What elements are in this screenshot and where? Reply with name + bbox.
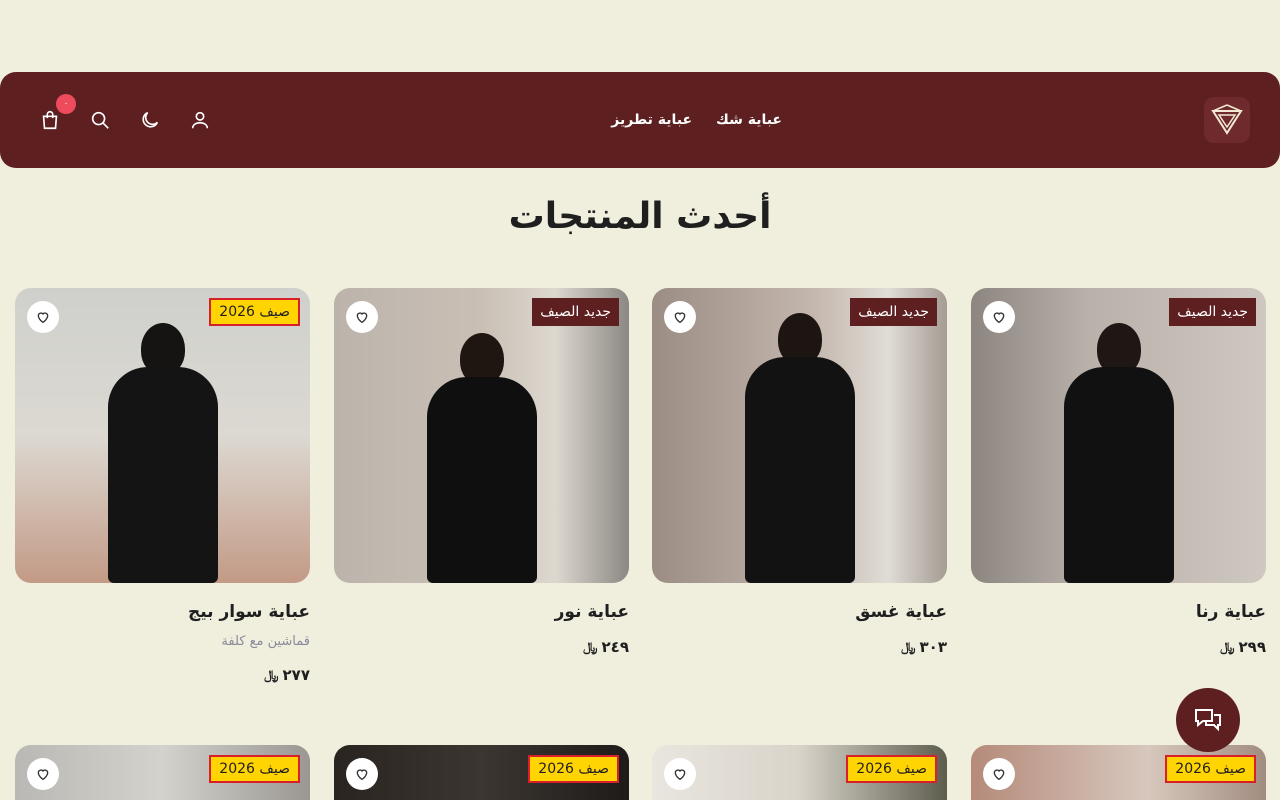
product-badge: جديد الصيف — [850, 298, 937, 326]
product-image[interactable]: جديد الصيف — [652, 288, 947, 583]
heart-icon — [674, 769, 686, 781]
wishlist-button[interactable] — [664, 301, 696, 333]
product-image[interactable]: صيف 2026 — [15, 745, 310, 800]
shopping-bag-icon — [42, 110, 58, 130]
cart-button[interactable]: ٠ — [38, 94, 76, 132]
price-value: ٣٠٣ — [919, 638, 947, 656]
heart-icon — [993, 769, 1005, 781]
price-value: ٢٤٩ — [601, 638, 629, 656]
wishlist-button[interactable] — [27, 758, 59, 790]
heart-icon — [356, 312, 368, 324]
product-price: ٢٩٩ ﷼ — [1220, 638, 1266, 656]
product-name[interactable]: عباية نور — [555, 602, 629, 622]
section-title: أحدث المنتجات — [508, 196, 772, 237]
product-badge: صيف 2026 — [528, 755, 619, 783]
product-badge: صيف 2026 — [1165, 755, 1256, 783]
product-image[interactable]: صيف 2026 — [971, 745, 1266, 800]
product-image[interactable]: صيف 2026 — [334, 745, 629, 800]
heart-icon — [37, 312, 49, 324]
nav-item-tatreez[interactable]: عباية تطريز — [611, 112, 692, 128]
main-nav: عباية شك عباية تطريز — [611, 72, 782, 168]
product-image[interactable]: صيف 2026 — [15, 288, 310, 583]
logo-icon — [1211, 104, 1243, 135]
product-image[interactable]: جديد الصيف — [971, 288, 1266, 583]
wishlist-button[interactable] — [983, 758, 1015, 790]
wishlist-button[interactable] — [983, 301, 1015, 333]
heart-icon — [37, 769, 49, 781]
moon-icon — [142, 111, 159, 128]
product-card[interactable]: صيف 2026 — [334, 745, 629, 800]
product-badge: صيف 2026 — [209, 298, 300, 326]
search-button[interactable] — [88, 108, 112, 132]
product-name[interactable]: عباية رنا — [1196, 602, 1266, 622]
product-card[interactable]: صيف 2026 — [652, 745, 947, 800]
product-badge: صيف 2026 — [209, 755, 300, 783]
product-badge: جديد الصيف — [532, 298, 619, 326]
product-card[interactable]: جديد الصيف عباية رنا ٢٩٩ ﷼ — [971, 288, 1266, 668]
price-value: ٢٩٩ — [1238, 638, 1266, 656]
wishlist-button[interactable] — [346, 301, 378, 333]
wishlist-button[interactable] — [346, 758, 378, 790]
product-price: ٢٤٩ ﷼ — [583, 638, 629, 656]
chat-button[interactable] — [1176, 688, 1240, 752]
cart-count-badge: ٠ — [56, 94, 76, 114]
product-image[interactable]: جديد الصيف — [334, 288, 629, 583]
theme-toggle-button[interactable] — [138, 108, 162, 132]
product-card[interactable]: جديد الصيف عباية غسق ٣٠٣ ﷼ — [652, 288, 947, 668]
store-logo[interactable] — [1204, 97, 1250, 143]
product-card[interactable]: جديد الصيف عباية نور ٢٤٩ ﷼ — [334, 288, 629, 668]
wishlist-button[interactable] — [27, 301, 59, 333]
riyal-icon: ﷼ — [1220, 639, 1235, 655]
heart-icon — [356, 769, 368, 781]
product-image[interactable]: صيف 2026 — [652, 745, 947, 800]
nav-item-shak[interactable]: عباية شك — [716, 112, 782, 128]
product-name[interactable]: عباية غسق — [855, 602, 947, 622]
product-name[interactable]: عباية سوار بيج — [188, 602, 310, 622]
site-header: عباية شك عباية تطريز ٠ — [0, 72, 1280, 168]
price-value: ٢٧٧ — [282, 666, 310, 684]
riyal-icon: ﷼ — [583, 639, 598, 655]
product-card[interactable]: صيف 2026 عباية سوار بيج قماشين مع كلفة ٢… — [15, 288, 310, 688]
wishlist-button[interactable] — [664, 758, 696, 790]
product-price: ٣٠٣ ﷼ — [901, 638, 947, 656]
product-card[interactable]: صيف 2026 — [971, 745, 1266, 800]
product-price: ٢٧٧ ﷼ — [264, 666, 310, 684]
chat-bubbles-icon — [1195, 709, 1221, 732]
product-card[interactable]: صيف 2026 — [15, 745, 310, 800]
product-badge: جديد الصيف — [1169, 298, 1256, 326]
riyal-icon: ﷼ — [901, 639, 916, 655]
product-subtitle: قماشين مع كلفة — [221, 634, 310, 649]
heart-icon — [993, 312, 1005, 324]
riyal-icon: ﷼ — [264, 667, 279, 683]
account-button[interactable] — [188, 108, 212, 132]
product-badge: صيف 2026 — [846, 755, 937, 783]
heart-icon — [674, 312, 686, 324]
search-icon — [91, 111, 109, 129]
user-icon — [191, 111, 209, 129]
